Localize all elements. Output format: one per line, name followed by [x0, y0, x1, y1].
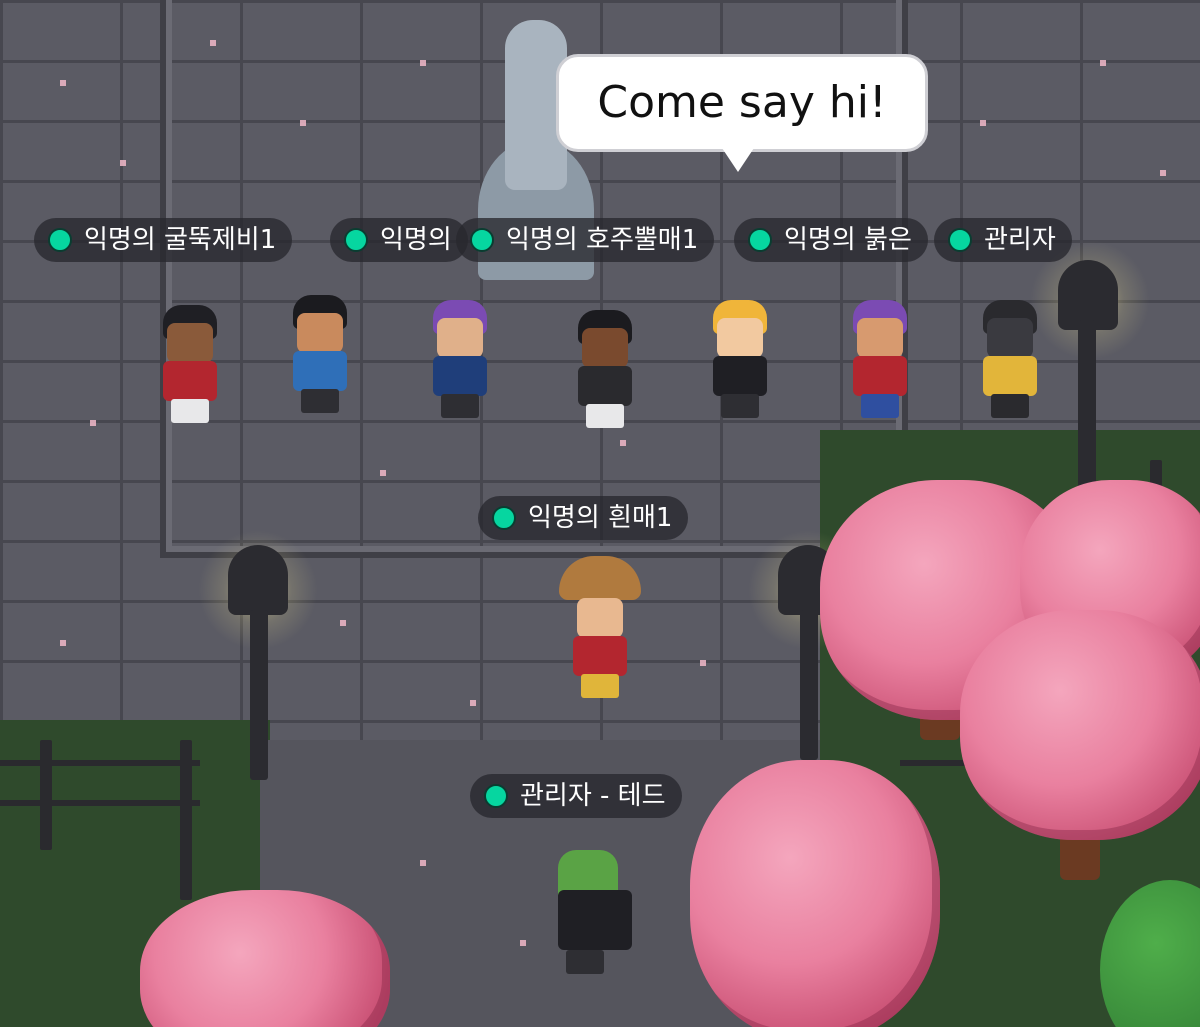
avatar-shirt [578, 366, 632, 406]
player-avatar[interactable] [550, 850, 640, 974]
petal [700, 660, 706, 666]
petal [60, 80, 66, 86]
speech-bubble: Come say hi! [556, 54, 928, 152]
avatar-legs [171, 399, 209, 423]
avatar-legs [441, 394, 479, 418]
online-status-dot [470, 228, 494, 252]
avatar-legs [586, 404, 624, 428]
player-avatar[interactable] [845, 300, 915, 420]
petal [1100, 60, 1106, 66]
avatar-shirt [573, 636, 627, 676]
avatar-shirt [713, 356, 767, 396]
avatar-face [717, 318, 763, 358]
speech-bubble-text: Come say hi! [597, 77, 887, 128]
player-avatar[interactable] [155, 305, 225, 425]
player-avatar[interactable] [975, 300, 1045, 420]
player-name-tag[interactable]: 익명의 굴뚝제비1 [34, 218, 293, 262]
online-status-dot [484, 784, 508, 808]
online-status-dot [948, 228, 972, 252]
player-name-tag[interactable]: 익명의 호주뿔매1 [456, 218, 715, 262]
player-avatar[interactable] [285, 295, 355, 415]
cherry-blossom-tree [960, 610, 1200, 840]
avatar-shirt [983, 356, 1037, 396]
online-status-dot [748, 228, 772, 252]
avatar-face [987, 318, 1033, 358]
petal [420, 60, 426, 66]
petal [620, 440, 626, 446]
avatar-shirt [293, 351, 347, 391]
player-avatar-self[interactable] [559, 556, 641, 700]
petal [420, 860, 426, 866]
fence-post [180, 740, 192, 900]
lamp-post [250, 610, 268, 780]
avatar-legs [581, 674, 619, 698]
avatar-face [577, 598, 623, 638]
fence-rail-left-2 [0, 800, 200, 806]
online-status-dot [48, 228, 72, 252]
petal [120, 160, 126, 166]
avatar-face [582, 328, 628, 368]
lamp-head [228, 545, 288, 615]
player-name-tag[interactable]: 익명의 [330, 218, 468, 262]
lamp-post [1078, 320, 1096, 490]
player-avatar[interactable] [570, 310, 640, 430]
player-name: 관리자 [984, 225, 1056, 255]
player-name-tag[interactable]: 익명의 붉은 [734, 218, 928, 262]
speech-bubble-tail [722, 148, 754, 172]
avatar-face [437, 318, 483, 358]
avatar-legs [566, 950, 604, 974]
petal [1160, 170, 1166, 176]
petal [980, 120, 986, 126]
avatar-legs [721, 394, 759, 418]
petal [520, 940, 526, 946]
player-name: 익명의 붉은 [784, 225, 912, 255]
petal [380, 470, 386, 476]
player-avatar[interactable] [425, 300, 495, 420]
lamp-post [800, 610, 818, 760]
online-status-dot [492, 506, 516, 530]
online-status-dot [344, 228, 368, 252]
avatar-shirt [853, 356, 907, 396]
avatar-legs [861, 394, 899, 418]
petal [60, 640, 66, 646]
player-name: 관리자 - 테드 [520, 781, 666, 811]
avatar-shirt [433, 356, 487, 396]
fence-rail-left [0, 760, 200, 766]
petal [340, 620, 346, 626]
avatar-face [297, 313, 343, 353]
player-name: 익명의 [380, 225, 452, 255]
avatar-shirt [163, 361, 217, 401]
avatar-legs [991, 394, 1029, 418]
player-name-tag[interactable]: 관리자 - 테드 [470, 774, 682, 818]
petal [470, 700, 476, 706]
avatar-shirt [558, 890, 632, 950]
game-scene[interactable]: Come say hi! 익명의 굴뚝제비1 익명의 익명의 호주뿔매1 익명의… [0, 0, 1200, 1027]
player-name-tag[interactable]: 익명의 흰매1 [478, 496, 689, 540]
petal [300, 120, 306, 126]
player-avatar[interactable] [705, 300, 775, 420]
cherry-blossom-tree [140, 890, 390, 1027]
player-name-tag[interactable]: 관리자 [934, 218, 1072, 262]
player-name: 익명의 호주뿔매1 [506, 225, 699, 255]
petal [210, 40, 216, 46]
avatar-legs [301, 389, 339, 413]
cherry-blossom-tree [690, 760, 940, 1027]
player-name: 익명의 흰매1 [528, 503, 673, 533]
avatar-face [857, 318, 903, 358]
avatar-face [167, 323, 213, 363]
petal [90, 420, 96, 426]
fence-post [40, 740, 52, 850]
player-name: 익명의 굴뚝제비1 [84, 225, 277, 255]
